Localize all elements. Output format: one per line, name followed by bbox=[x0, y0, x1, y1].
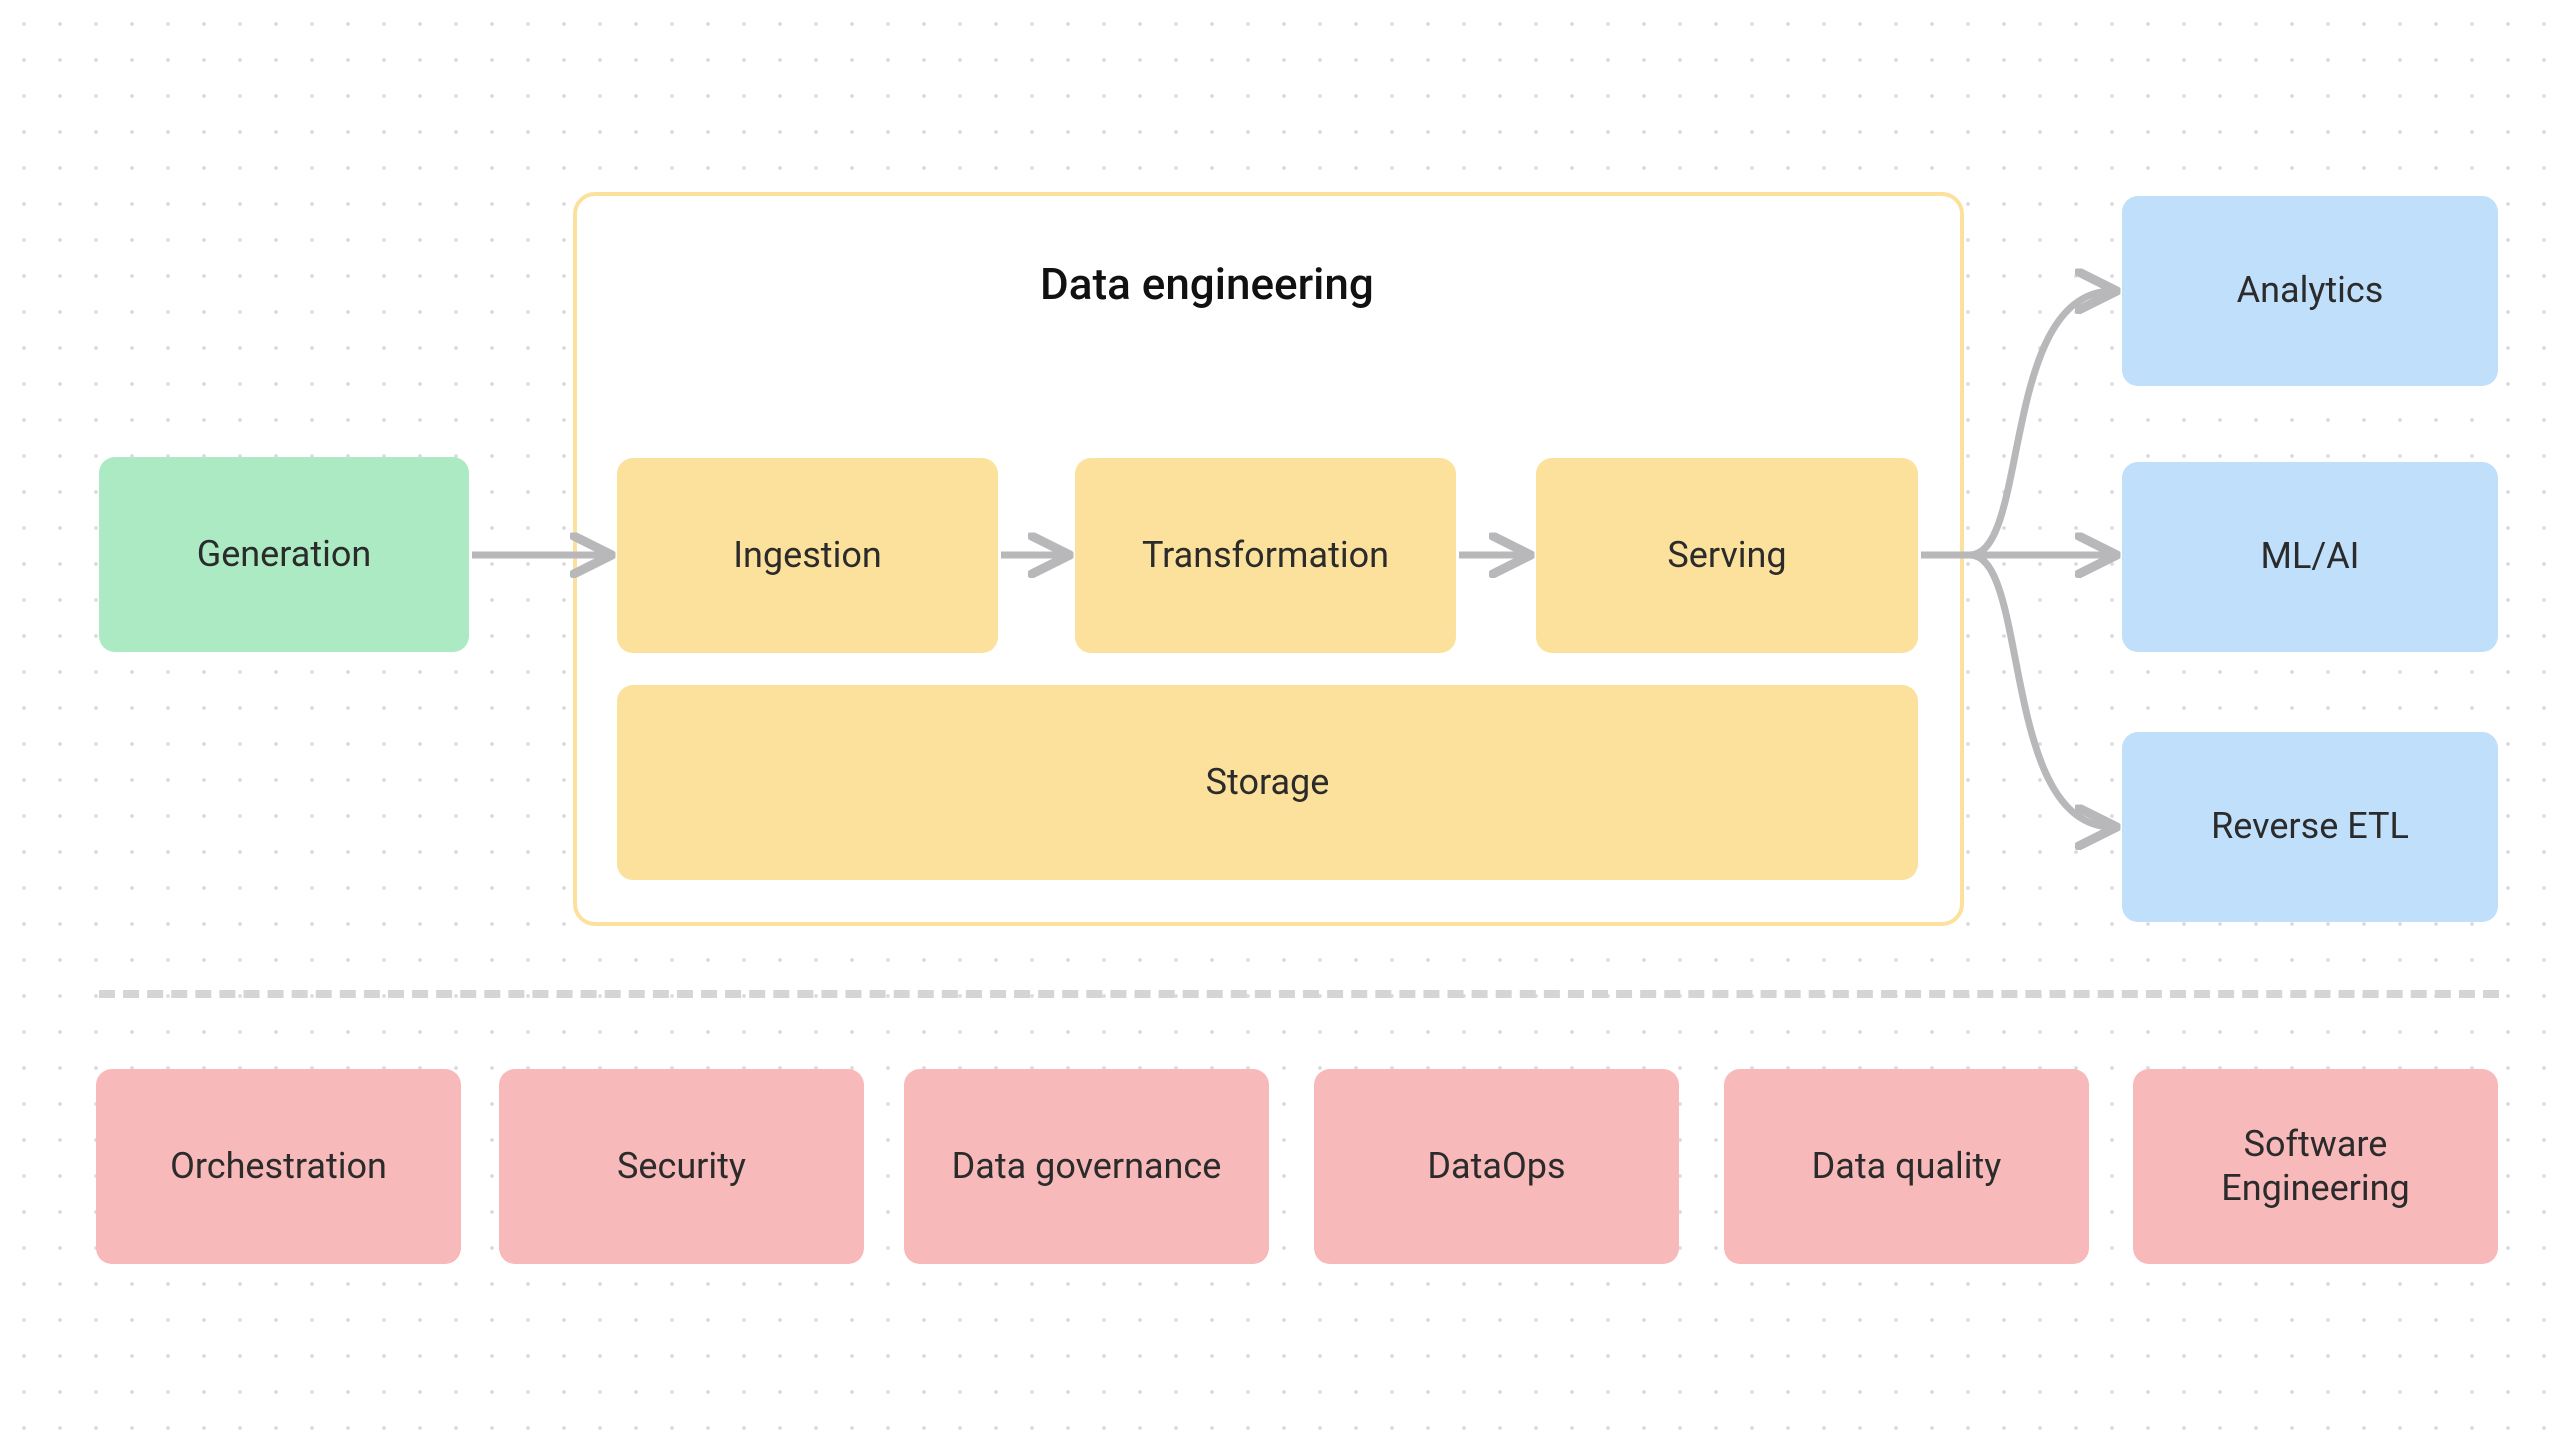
arrow-serv-analytics bbox=[1970, 291, 2113, 555]
storage-box: Storage bbox=[617, 685, 1918, 880]
diagram-canvas: Data engineering Generation Ingestion Tr… bbox=[0, 0, 2560, 1440]
reverse-etl-box: Reverse ETL bbox=[2122, 732, 2498, 922]
arrow-serv-retl bbox=[1970, 555, 2113, 827]
generation-box: Generation bbox=[99, 457, 469, 652]
security-box: Security bbox=[499, 1069, 864, 1264]
software-engineering-box: Software Engineering bbox=[2133, 1069, 2498, 1264]
data-quality-box: Data quality bbox=[1724, 1069, 2089, 1264]
data-governance-box: Data governance bbox=[904, 1069, 1269, 1264]
mlai-box: ML/AI bbox=[2122, 462, 2498, 652]
serving-box: Serving bbox=[1536, 458, 1918, 653]
transformation-box: Transformation bbox=[1075, 458, 1456, 653]
dataops-box: DataOps bbox=[1314, 1069, 1679, 1264]
data-engineering-title: Data engineering bbox=[1040, 258, 1374, 310]
analytics-box: Analytics bbox=[2122, 196, 2498, 386]
orchestration-box: Orchestration bbox=[96, 1069, 461, 1264]
divider bbox=[99, 990, 2499, 998]
ingestion-box: Ingestion bbox=[617, 458, 998, 653]
